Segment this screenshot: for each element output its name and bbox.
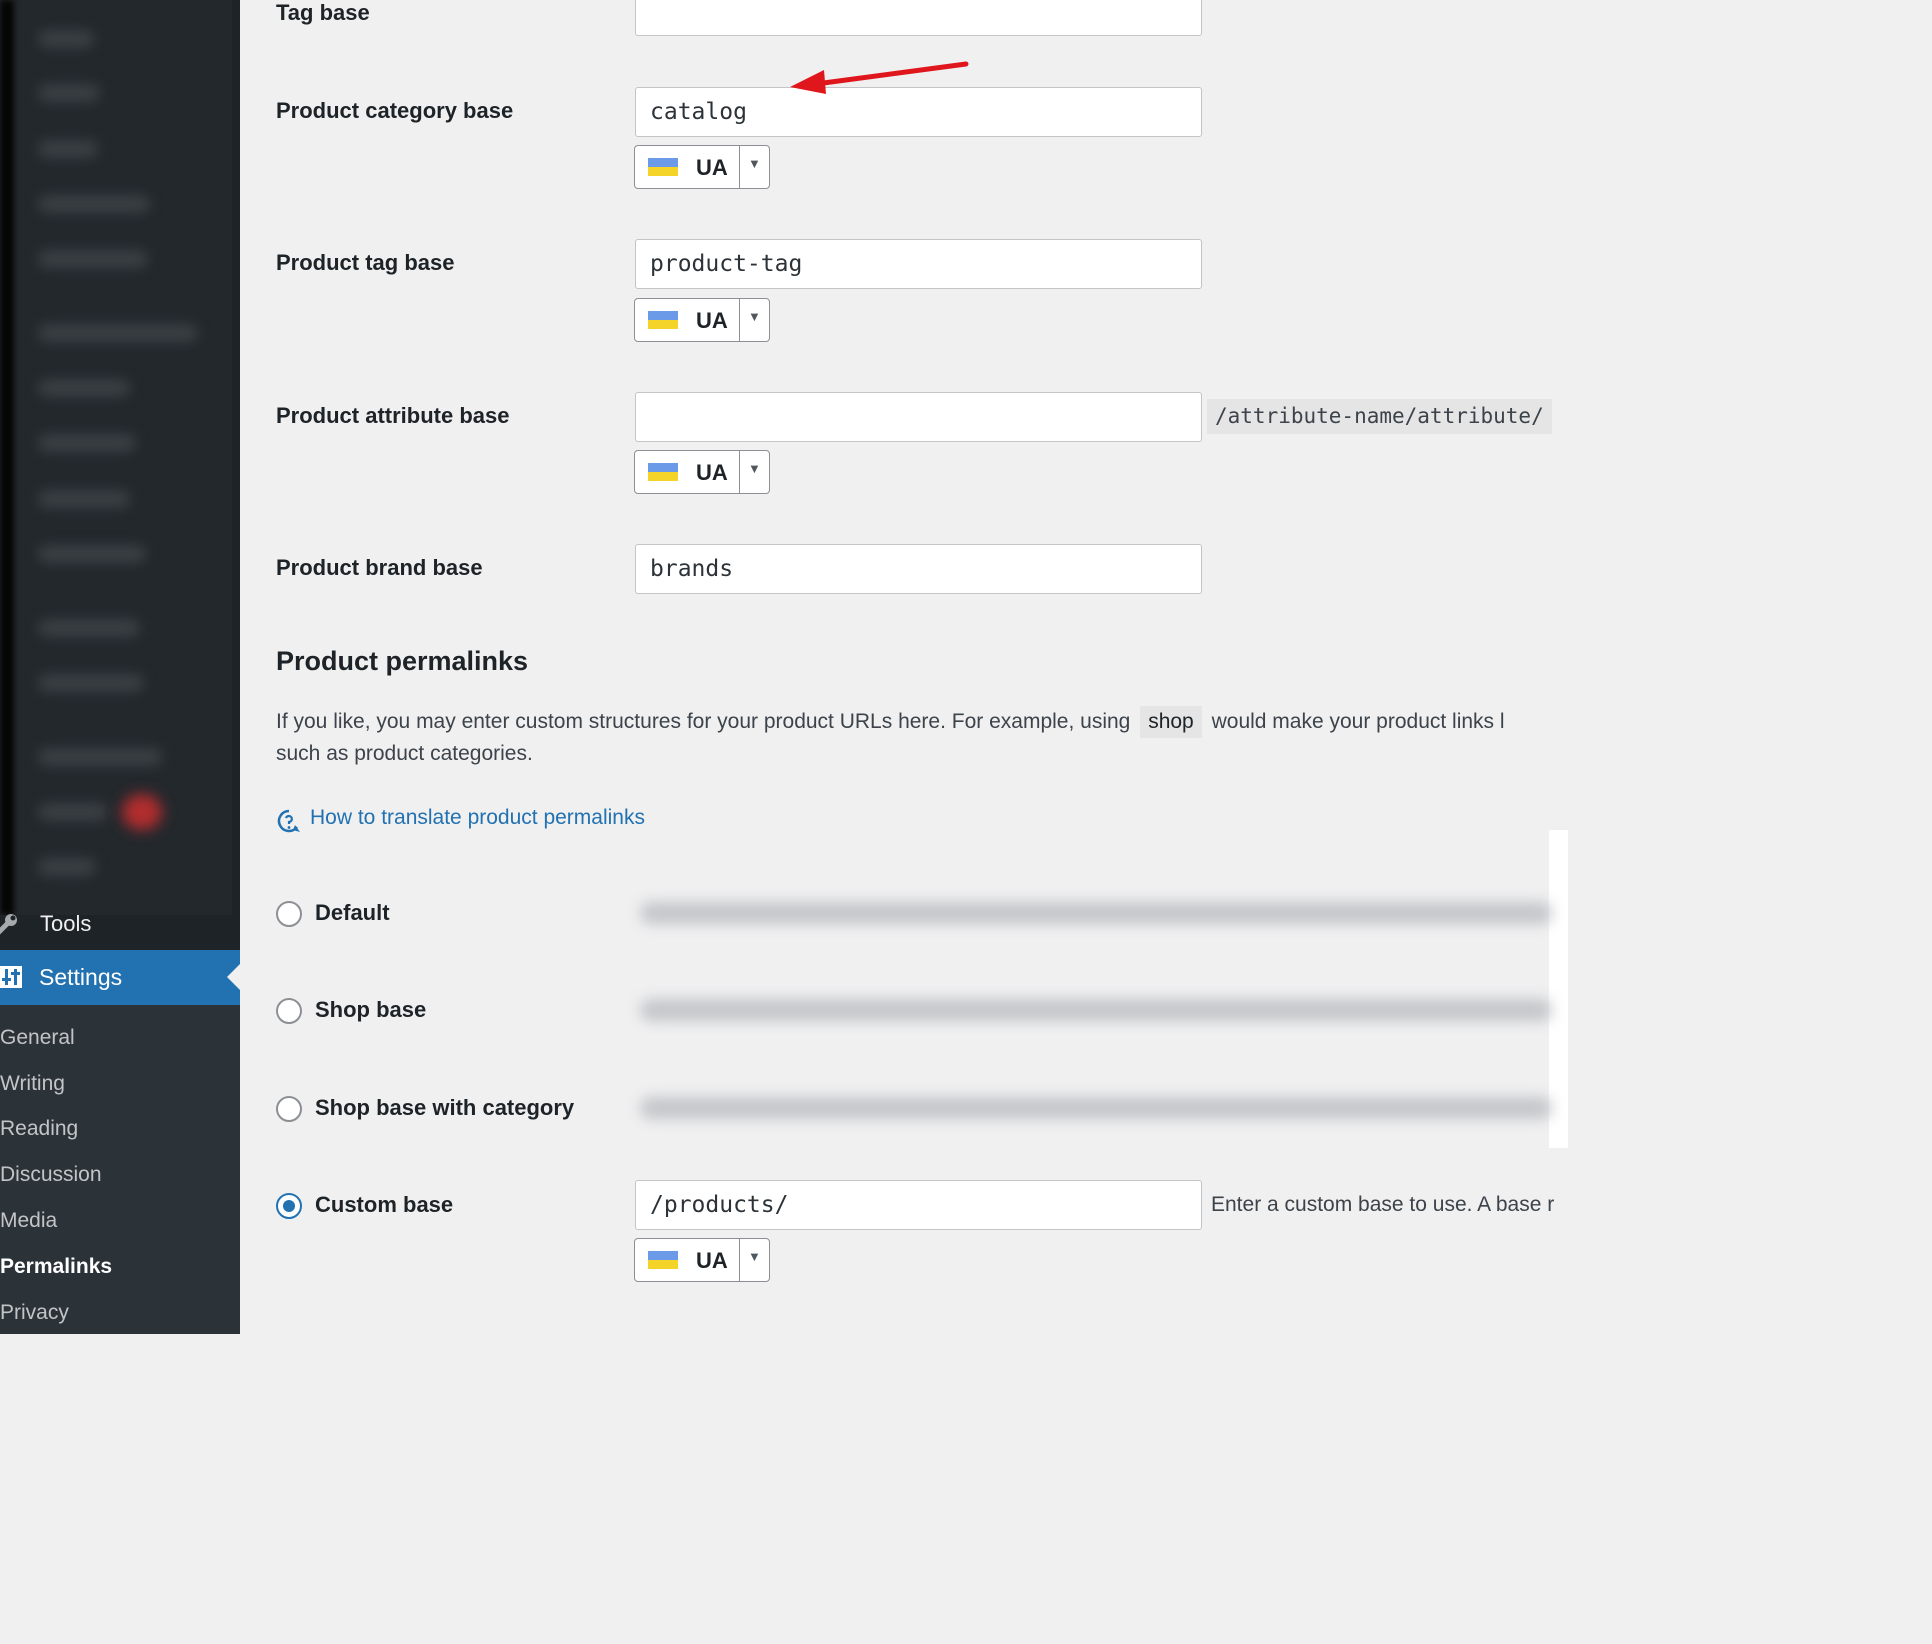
blurred-menu-item (38, 434, 136, 452)
blurred-menu-item (38, 195, 150, 213)
language-code: UA (696, 308, 728, 333)
blurred-menu-item (38, 30, 94, 48)
blurred-example-url (640, 1097, 1552, 1119)
menu-item-settings[interactable]: Settings (0, 950, 240, 1005)
submenu-reading[interactable]: Reading (0, 1117, 78, 1141)
blurred-menu-item (38, 803, 108, 821)
blurred-menu-item (38, 379, 130, 397)
blurred-menu-item (38, 84, 100, 102)
dropdown-caret-icon: ▼ (748, 309, 761, 324)
dropdown-caret-icon: ▼ (748, 461, 761, 476)
custom-base-hint: Enter a custom base to use. A base r (1211, 1193, 1555, 1216)
wrench-icon (0, 914, 17, 935)
tag-base-label: Tag base (276, 0, 370, 25)
radio-shop-base-category[interactable] (276, 1096, 302, 1122)
menu-item-settings-label: Settings (39, 964, 123, 990)
blurred-example-url (640, 902, 1552, 924)
settings-submenu: General Writing Reading Discussion Media… (0, 1005, 240, 1334)
submenu-privacy[interactable]: Privacy (0, 1301, 69, 1325)
blurred-menu-item (38, 140, 98, 158)
submenu-writing[interactable]: Writing (0, 1072, 65, 1096)
blurred-menu-item (38, 674, 144, 692)
dropdown-caret-icon: ▼ (748, 156, 761, 171)
submenu-media[interactable]: Media (0, 1209, 57, 1233)
tag-base-input[interactable] (635, 0, 1202, 36)
blurred-menu-item (38, 545, 146, 563)
menu-item-tools[interactable]: Tools (0, 905, 240, 945)
product-tag-base-label: Product tag base (276, 250, 455, 275)
blurred-menu-item (38, 250, 148, 268)
blurred-menu-item (38, 748, 162, 766)
blurred-menu-item (38, 858, 96, 876)
custom-base-input[interactable]: /products/ (635, 1180, 1202, 1230)
blurred-example-url (640, 999, 1552, 1021)
annotation-arrow (790, 61, 969, 94)
language-switcher[interactable]: UA ▼ (634, 298, 770, 342)
product-attribute-base-input[interactable] (635, 392, 1202, 442)
product-brand-base-label: Product brand base (276, 555, 483, 580)
product-attribute-base-label: Product attribute base (276, 403, 510, 428)
language-code: UA (696, 155, 728, 180)
example-code: shop (1140, 706, 1202, 738)
current-menu-indicator (227, 964, 240, 990)
attribute-base-suffix: /attribute-name/attribute/ (1207, 399, 1552, 434)
admin-sidebar: Tools Settings General Writing Reading D… (0, 0, 240, 1334)
ukraine-flag-icon (648, 1251, 678, 1269)
ukraine-flag-icon (648, 311, 678, 329)
submenu-discussion[interactable]: Discussion (0, 1163, 102, 1187)
radio-shop-base[interactable] (276, 998, 302, 1024)
language-code: UA (696, 1248, 728, 1273)
submenu-general[interactable]: General (0, 1026, 75, 1050)
language-switcher[interactable]: UA ▼ (634, 1238, 770, 1282)
dropdown-caret-icon: ▼ (748, 1249, 761, 1264)
ukraine-flag-icon (648, 463, 678, 481)
submenu-permalinks[interactable]: Permalinks (0, 1255, 112, 1279)
blurred-menu-area (0, 0, 232, 915)
blurred-menu-item (38, 619, 140, 637)
language-switcher[interactable]: UA ▼ (634, 145, 770, 189)
product-permalinks-description: If you like, you may enter custom struct… (276, 706, 1576, 770)
update-count-badge (122, 794, 162, 830)
radio-default[interactable] (276, 901, 302, 927)
ukraine-flag-icon (648, 158, 678, 176)
blurred-menu-item (38, 490, 130, 508)
product-permalinks-heading: Product permalinks (276, 646, 529, 676)
help-question-icon (277, 809, 300, 833)
menu-item-tools-label: Tools (40, 911, 92, 936)
blurred-menu-item (38, 324, 198, 342)
product-category-base-label: Product category base (276, 98, 514, 123)
product-tag-base-input[interactable]: product-tag (635, 239, 1202, 289)
language-switcher[interactable]: UA ▼ (634, 450, 770, 494)
language-code: UA (696, 460, 728, 485)
product-brand-base-input[interactable]: brands (635, 544, 1202, 594)
settings-sliders-icon (0, 966, 22, 988)
radio-custom-base[interactable] (276, 1193, 302, 1219)
